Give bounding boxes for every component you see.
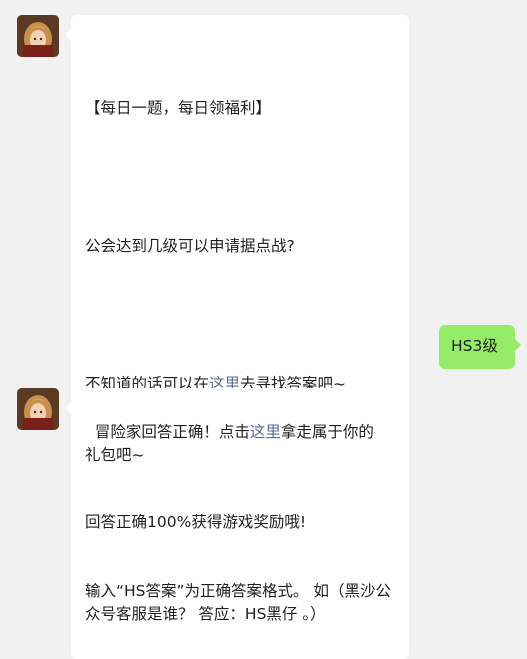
answer-link[interactable]: 这里 <box>250 423 281 441</box>
message-format: 输入“HS答案”为正确答案格式。 如（黑沙公众号客服是谁？ 答应：HS黑仔 。） <box>85 582 391 623</box>
message-reward: 回答正确100%获得游戏奖励哦! <box>85 513 307 531</box>
message-question: 公会达到几级可以申请据点战? <box>85 237 295 255</box>
game-character-avatar-icon <box>17 388 59 430</box>
message-title: 【每日一题，每日领福利】 <box>85 99 272 117</box>
message-bubble-reply: HS3级 <box>439 325 521 369</box>
answer-text-before: 冒险家回答正确！点击 <box>94 423 250 441</box>
message-bubble-answer: 冒险家回答正确！点击这里拿走属于你的礼包吧~ <box>65 388 393 477</box>
sender-avatar[interactable] <box>17 388 59 430</box>
reply-text: HS3级 <box>451 337 498 355</box>
game-character-avatar-icon <box>17 15 59 57</box>
sender-avatar[interactable] <box>17 15 59 57</box>
message-bubble-question: 【每日一题，每日领福利】 公会达到几级可以申请据点战? 不知道的话可以在这里去寻… <box>65 15 409 659</box>
